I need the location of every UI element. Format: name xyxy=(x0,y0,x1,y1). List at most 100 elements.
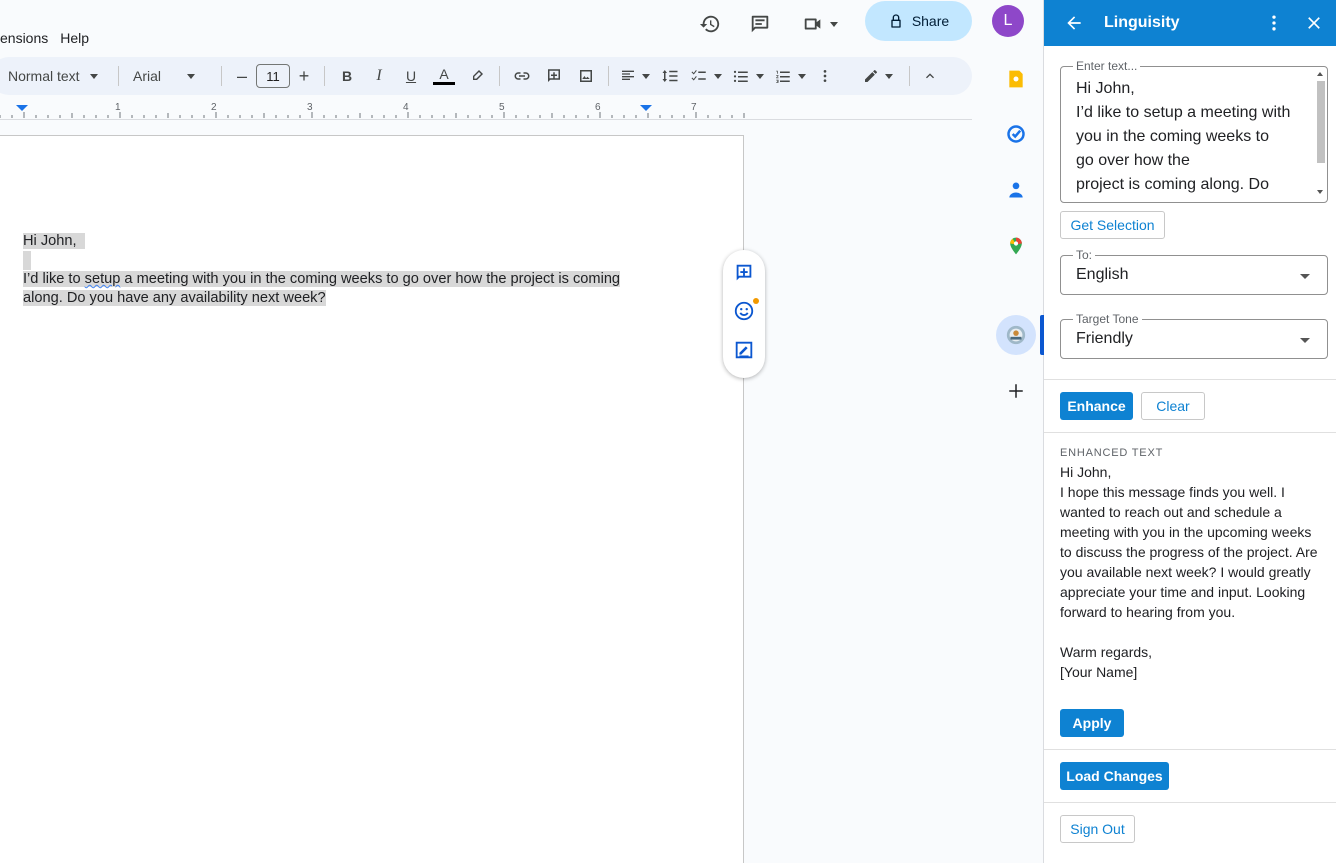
menubar: ensions Help xyxy=(0,26,95,48)
divider xyxy=(499,66,500,86)
divider xyxy=(324,66,325,86)
font-select[interactable]: Arial xyxy=(125,62,211,90)
header-actions xyxy=(690,0,846,48)
ruler-number: 7 xyxy=(691,102,697,113)
style-select[interactable]: Normal text xyxy=(0,62,112,90)
meet-icon[interactable] xyxy=(794,4,846,44)
share-button[interactable]: Share xyxy=(865,1,972,41)
ruler-number: 5 xyxy=(499,102,505,113)
sign-out-button[interactable]: Sign Out xyxy=(1060,815,1135,843)
emoji-reaction-icon[interactable] xyxy=(733,298,759,327)
underline-icon[interactable]: U xyxy=(395,62,427,90)
chevron-down-icon xyxy=(714,73,722,79)
document-body[interactable]: Hi John, I’d like to setup a meeting wit… xyxy=(23,232,643,308)
back-arrow-icon[interactable] xyxy=(1062,11,1086,35)
ruler-number: 3 xyxy=(307,102,313,113)
more-vert-icon[interactable] xyxy=(811,62,839,90)
notification-dot xyxy=(753,298,759,305)
enhance-button[interactable]: Enhance xyxy=(1060,392,1133,420)
divider xyxy=(1044,379,1336,380)
doc-line: along. Do you have any availability next… xyxy=(23,290,326,306)
close-icon[interactable] xyxy=(1302,11,1326,35)
load-changes-button[interactable]: Load Changes xyxy=(1060,762,1169,790)
more-vert-icon[interactable] xyxy=(1262,11,1286,35)
enter-text-field[interactable]: Enter text... Hi John, I’d like to setup … xyxy=(1060,59,1328,203)
ruler-ticks xyxy=(0,105,745,118)
docs-editor: ensions Help Share Normal text Arial – 1… xyxy=(0,0,988,863)
divider xyxy=(909,66,910,86)
contacts-icon[interactable] xyxy=(1004,178,1028,202)
target-tone-label: Target Tone xyxy=(1073,312,1142,326)
apply-button[interactable]: Apply xyxy=(1060,709,1124,737)
app-window: ensions Help Share Normal text Arial – 1… xyxy=(0,0,1336,863)
bulleted-list-icon[interactable] xyxy=(727,62,769,90)
enhanced-text: Hi John, I hope this message finds you w… xyxy=(1060,464,1318,680)
doc-line: I’d like to xyxy=(23,271,85,287)
ruler-number: 2 xyxy=(211,102,217,113)
avatar[interactable]: L xyxy=(992,5,1024,37)
divider xyxy=(608,66,609,86)
numbered-list-icon[interactable] xyxy=(769,62,811,90)
tasks-icon[interactable] xyxy=(1004,122,1028,146)
divider xyxy=(1044,432,1336,433)
comments-icon[interactable] xyxy=(740,4,780,44)
ruler-number: 4 xyxy=(403,102,409,113)
checklist-icon[interactable] xyxy=(685,62,727,90)
suggest-edits-icon[interactable] xyxy=(733,339,755,366)
clear-button[interactable]: Clear xyxy=(1141,392,1205,420)
panel-header: Linguisity xyxy=(1044,0,1336,46)
ruler-number: 1 xyxy=(115,102,121,113)
highlight-icon[interactable] xyxy=(461,62,493,90)
doc-line: a meeting with you in the coming weeks t… xyxy=(120,271,621,287)
link-icon[interactable] xyxy=(506,62,538,90)
enter-text-label: Enter text... xyxy=(1073,59,1141,73)
chevron-down-icon xyxy=(885,73,893,79)
language-value: English xyxy=(1076,266,1129,283)
ruler: 1 2 3 4 5 6 7 xyxy=(0,100,972,120)
menu-extensions[interactable]: ensions xyxy=(0,26,54,48)
tone-value: Friendly xyxy=(1076,330,1133,347)
ruler-number: 6 xyxy=(595,102,601,113)
formatting-toolbar: Normal text Arial – 11 + B I U A xyxy=(0,57,972,95)
scrollbar-thumb[interactable] xyxy=(1317,81,1325,163)
divider xyxy=(1044,749,1336,750)
chevron-down-icon xyxy=(756,73,764,79)
menu-help[interactable]: Help xyxy=(54,26,95,48)
text-color-icon[interactable]: A xyxy=(427,62,461,90)
spelling-suggestion[interactable]: setup xyxy=(84,271,121,287)
linguisity-panel: Linguisity Enter text... Hi John, I’d lik… xyxy=(1044,0,1336,863)
chevron-down-icon xyxy=(1300,338,1310,343)
divider xyxy=(118,66,119,86)
add-addon-icon[interactable] xyxy=(1004,379,1028,403)
history-icon[interactable] xyxy=(690,4,730,44)
enter-text-value[interactable]: Hi John, I’d like to setup a meeting with… xyxy=(1076,77,1308,197)
add-comment-icon[interactable] xyxy=(733,262,755,289)
share-label: Share xyxy=(911,13,950,29)
chevron-down-icon xyxy=(830,21,838,27)
font-size-input[interactable]: 11 xyxy=(256,64,290,88)
linguisity-addon-icon[interactable] xyxy=(996,315,1036,355)
left-indent-marker xyxy=(16,105,28,111)
add-comment-icon[interactable] xyxy=(538,62,570,90)
collapse-toolbar-icon[interactable] xyxy=(916,62,944,90)
divider xyxy=(1044,802,1336,803)
font-size-increase-button[interactable]: + xyxy=(290,62,318,90)
chevron-down-icon xyxy=(798,73,806,79)
font-size-decrease-button[interactable]: – xyxy=(228,62,256,90)
keep-icon[interactable] xyxy=(1004,67,1028,91)
floating-actions xyxy=(723,250,765,378)
doc-greeting: Hi John, xyxy=(23,233,77,249)
italic-icon[interactable]: I xyxy=(363,62,395,90)
align-icon[interactable] xyxy=(615,62,655,90)
editing-mode-icon[interactable] xyxy=(853,62,903,90)
line-spacing-icon[interactable] xyxy=(655,62,685,90)
panel-title: Linguisity xyxy=(1104,14,1180,31)
bold-icon[interactable]: B xyxy=(331,62,363,90)
get-selection-button[interactable]: Get Selection xyxy=(1060,211,1165,239)
right-indent-marker xyxy=(640,105,652,111)
insert-image-icon[interactable] xyxy=(570,62,602,90)
language-select[interactable]: To: English xyxy=(1060,248,1328,295)
to-label: To: xyxy=(1073,248,1096,262)
tone-select[interactable]: Target Tone Friendly xyxy=(1060,312,1328,359)
maps-icon[interactable] xyxy=(1004,234,1028,258)
